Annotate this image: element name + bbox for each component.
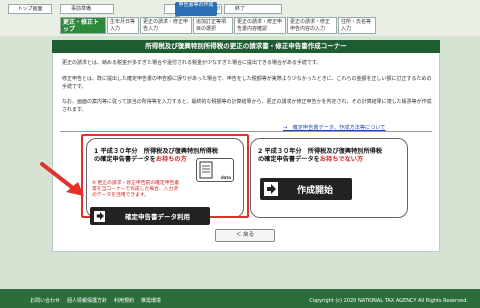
data-file-icon: data: [196, 158, 234, 182]
para-amended: 修正申告とは、既に提出した確定申告書の申告額に誤りがあった場合で、申告をした税額…: [62, 76, 432, 90]
divider: [60, 131, 432, 132]
guide-arrow-icon: [40, 162, 84, 196]
card2-title: 2 平成３０年分 所得税及び復興特別所得税 の確定申告書データをお持ちでない方: [258, 148, 383, 163]
start-creation-button-label: 作成開始: [296, 185, 333, 196]
subnav-item-address: 住所・氏名等入力: [338, 17, 376, 34]
subnav-item-top[interactable]: 更正・修正トップ: [60, 17, 106, 34]
data-info-link[interactable]: → 確定申告書データ、作成方法等について: [283, 124, 386, 131]
back-button[interactable]: ＜ 戻る: [215, 229, 275, 242]
use-data-button[interactable]: 確定申告書データ利用: [90, 207, 210, 225]
para-correction: 更正の請求とは、納める税金が多すぎた場合や還付される税金が少なすぎた場合に提出で…: [62, 60, 322, 66]
footer-links: お問い合わせ 個人情報保護方針 利用規約 推奨環境: [30, 298, 168, 305]
subnav-item-confirm: 更正の請求・修正申告書内容確認: [234, 17, 286, 34]
arrow-right-icon: [94, 210, 105, 222]
para-note: なお、画面の案内等に従って該当の所得等を入力すると、最終的な税額等の計算結果から…: [62, 99, 432, 113]
use-data-button-label: 確定申告書データ利用: [125, 213, 190, 221]
footer-link-env[interactable]: 推奨環境: [141, 298, 161, 305]
subnav-item-content: 更正の請求・修正申告内容の入力: [287, 17, 337, 34]
card1-note: ※ 更正の請求・修正申告前の確定申告書等を当コーナーで作成した場合、入力済のデー…: [92, 181, 180, 198]
top-screen-button[interactable]: トップ画面: [8, 4, 52, 14]
progress-steps: 事前準備 申告書等の送信・印刷 終了: [60, 4, 284, 20]
step-preparation: 事前準備: [60, 4, 114, 14]
footer-link-terms[interactable]: 利用規約: [114, 298, 134, 305]
step-create-active: 申告書等の作成: [175, 2, 217, 16]
arrow-right-icon: [264, 182, 278, 196]
subnav: 更正・修正トップ 生年月日等入力 更正の請求・修正申告入力 追加訂正等項目の選択…: [60, 17, 377, 34]
file-ext-label: data: [220, 175, 231, 180]
page-title: 所得税及び復興特別所得税の更正の請求書・修正申告書作成コーナー: [52, 40, 440, 53]
start-creation-button[interactable]: 作成開始: [260, 178, 352, 200]
subnav-item-input: 更正の請求・修正申告入力: [140, 17, 192, 34]
subnav-item-birthdate: 生年月日等入力: [107, 17, 139, 34]
subnav-item-select: 追加訂正等項目の選択: [193, 17, 233, 34]
footer-link-privacy[interactable]: 個人情報保護方針: [67, 298, 107, 305]
footer-link-contact[interactable]: お問い合わせ: [30, 298, 60, 305]
copyright: Copyright (c) 2020 NATIONAL TAX AGENCY A…: [309, 298, 468, 304]
step-finish: 終了: [224, 4, 282, 14]
